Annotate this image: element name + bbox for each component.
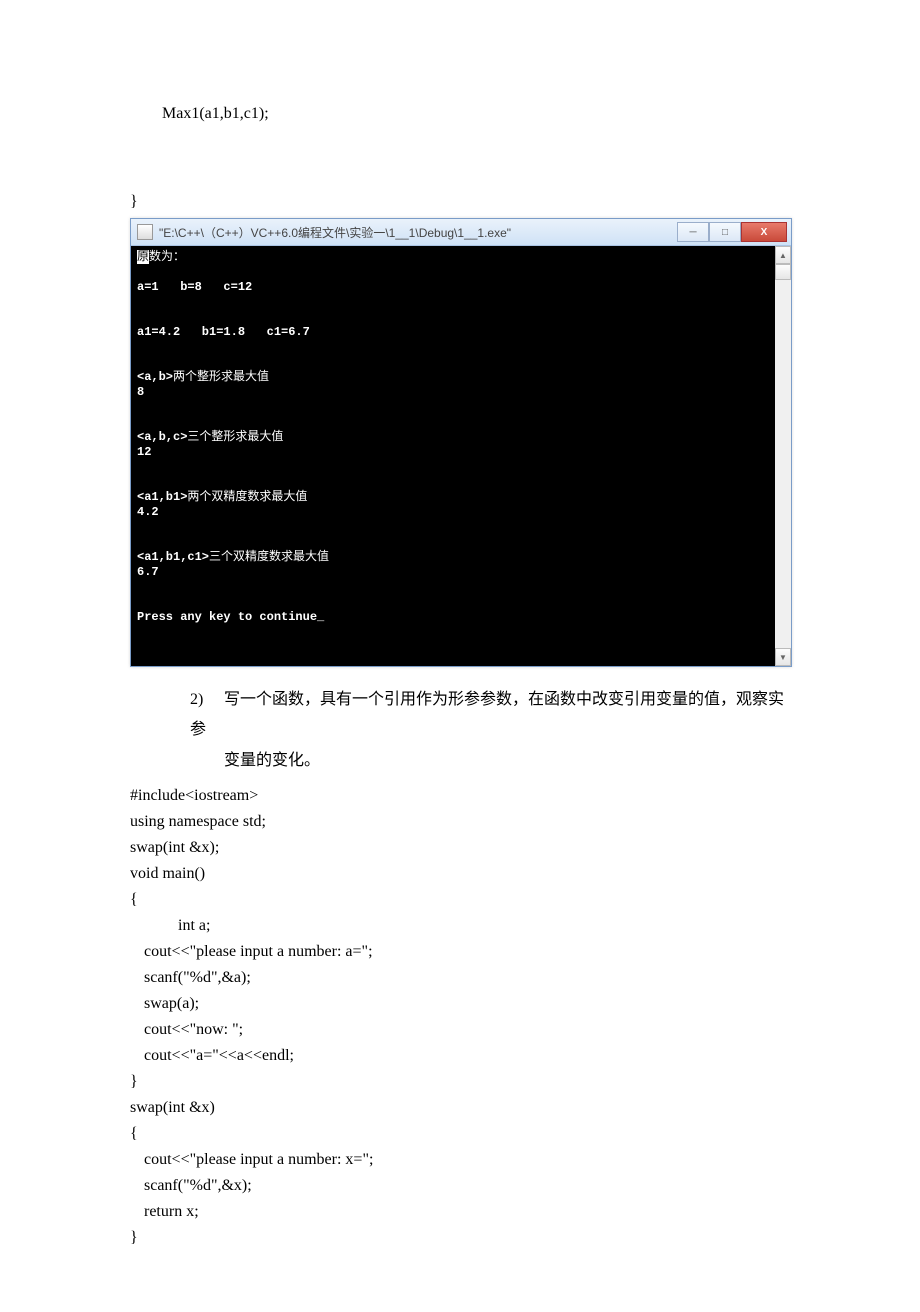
scroll-down-icon[interactable]: ▼ [775,648,791,666]
code-line: swap(int &x); [130,836,790,860]
console-line: 两个整形求最大值 [173,370,269,384]
app-icon [137,224,153,240]
console-line: 12 [137,445,151,459]
console-line: 三个双精度数求最大值 [209,550,329,564]
question-block: 2)写一个函数，具有一个引用作为形参参数，在函数中改变引用变量的值，观察实参 变… [190,685,790,776]
question-text: 写一个函数，具有一个引用作为形参参数，在函数中改变引用变量的值，观察实参 [190,691,784,738]
console-output: 原数为： a=1 b=8 c=12 a1=4.2 b1=1.8 c1=6.7 <… [131,246,775,666]
console-line: Press any key to continue_ [137,610,324,624]
console-line: <a1,b1,c1> [137,550,209,564]
scroll-thumb[interactable] [775,264,791,280]
code-line: Max1(a1,b1,c1); [130,102,790,126]
code-line: #include<iostream> [130,784,790,808]
code-line: scanf("%d",&x); [130,1174,790,1198]
question-number: 2) [190,685,224,715]
code-line: swap(int &x) [130,1096,790,1120]
code-line: { [130,888,790,912]
console-line: 4.2 [137,505,159,519]
code-line: int a; [130,914,790,938]
code-line: return x; [130,1200,790,1224]
console-line: 三个整形求最大值 [187,430,283,444]
code-line: scanf("%d",&a); [130,966,790,990]
code-line: } [130,1070,790,1094]
code-line: cout<<"now: "; [130,1018,790,1042]
question-text-line2: 变量的变化。 [224,746,790,776]
code-line: cout<<"please input a number: x="; [130,1148,790,1172]
code-line: void main() [130,862,790,886]
code-line: cout<<"please input a number: a="; [130,940,790,964]
console-line: a1=4.2 b1=1.8 c1=6.7 [137,325,310,339]
console-body: 原数为： a=1 b=8 c=12 a1=4.2 b1=1.8 c1=6.7 <… [131,246,791,666]
console-window: "E:\C++\（C++）VC++6.0编程文件\实验一\1__1\Debug\… [130,218,792,667]
code-line: } [130,1226,790,1250]
console-line: 两个双精度数求最大值 [187,490,307,504]
highlighted-char: 原 [137,250,149,264]
titlebar-left: "E:\C++\（C++）VC++6.0编程文件\实验一\1__1\Debug\… [137,224,511,241]
window-titlebar: "E:\C++\（C++）VC++6.0编程文件\实验一\1__1\Debug\… [131,219,791,246]
scroll-track[interactable] [775,280,791,648]
code-line: { [130,1122,790,1146]
code-line: } [130,190,790,214]
code-line: using namespace std; [130,810,790,834]
console-line: 数为： [149,250,185,264]
console-line: a=1 b=8 c=12 [137,280,252,294]
console-line: <a,b,c> [137,430,187,444]
console-line: <a1,b1> [137,490,187,504]
code-line: cout<<"a="<<a<<endl; [130,1044,790,1068]
minimize-button[interactable]: ─ [677,222,709,242]
console-line: 8 [137,385,144,399]
document-page: Max1(a1,b1,c1); } "E:\C++\（C++）VC++6.0编程… [0,0,920,1312]
code-line: swap(a); [130,992,790,1016]
blank-gap [130,128,790,188]
maximize-button[interactable]: □ [709,222,741,242]
console-line: 6.7 [137,565,159,579]
console-line: <a,b> [137,370,173,384]
close-button[interactable]: X [741,222,787,242]
window-buttons: ─ □ X [677,222,787,242]
vertical-scrollbar[interactable]: ▲ ▼ [775,246,791,666]
window-title: "E:\C++\（C++）VC++6.0编程文件\实验一\1__1\Debug\… [159,224,511,241]
scroll-up-icon[interactable]: ▲ [775,246,791,264]
